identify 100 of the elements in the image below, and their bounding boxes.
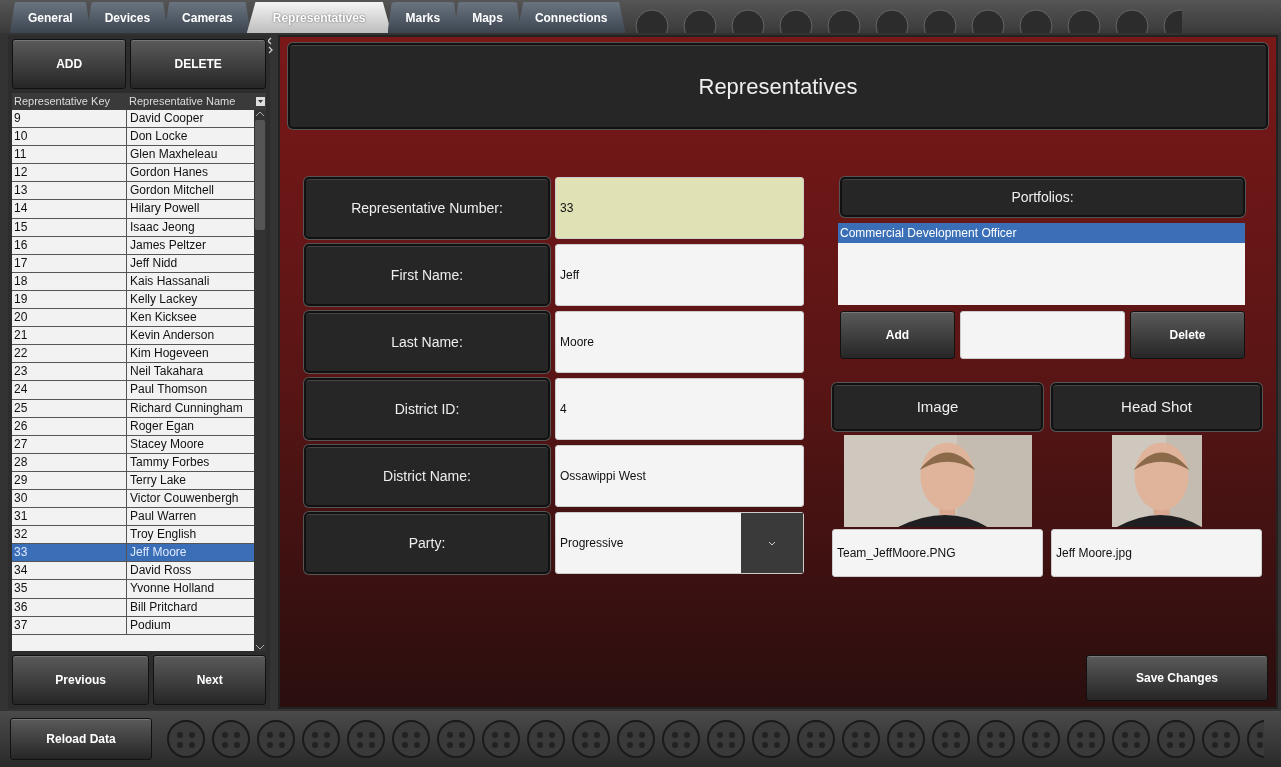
table-cell-text: David Cooper (129, 110, 205, 127)
table-row[interactable]: 25 Richard Cunningham (12, 399, 254, 418)
tab[interactable]: Maps (454, 2, 521, 33)
input-field[interactable]: Ossawippi West (555, 445, 804, 507)
table-row[interactable]: 21 Kevin Anderson (12, 327, 254, 346)
table-cell-text: Bill Pritchard (129, 598, 199, 616)
table-row[interactable]: 16 James Peltzer (12, 236, 254, 255)
table-cell: 33 (12, 544, 127, 562)
filename-field[interactable]: Jeff Moore.jpg (1051, 529, 1262, 577)
input-field[interactable]: Moore (555, 311, 804, 373)
table-row[interactable]: 18 Kais Hassanali (12, 272, 254, 291)
field-label: District Name: (304, 445, 550, 507)
tab[interactable]: Connections (516, 2, 626, 33)
table-cell-text: Kevin Anderson (129, 327, 216, 345)
table-row[interactable]: 28 Tammy Forbes (12, 453, 254, 472)
table-cell-text: Isaac Jeong (129, 218, 196, 236)
table-cell: 14 (12, 200, 127, 218)
table-cell-text: Terry Lake (129, 471, 188, 489)
section-label: Head Shot (1051, 383, 1262, 431)
tab[interactable]: Cameras (164, 2, 251, 33)
table-cell: 20 (12, 309, 127, 327)
table-row[interactable]: 26 Roger Egan (12, 417, 254, 436)
delete-button[interactable]: Delete (1130, 311, 1245, 359)
table-row[interactable]: 11 Glen Maxheleau (12, 146, 254, 165)
nav-button[interactable]: Previous (12, 655, 150, 705)
table-cell: 30 (12, 489, 127, 508)
column-header[interactable]: Representative Key (12, 93, 129, 110)
table-row[interactable]: 37 Podium (12, 616, 254, 635)
table-cell: 26 (12, 417, 127, 435)
table-cell-text: Victor Couwenbergh (129, 489, 240, 507)
table-cell: 31 (12, 508, 127, 526)
table-cell-text: Stacey Moore (129, 435, 206, 453)
table-cell-text: Tammy Forbes (129, 453, 211, 471)
scroll-down-icon[interactable] (255, 643, 265, 651)
table-cell-text: Don Locke (129, 128, 189, 146)
tab[interactable]: Devices (86, 2, 169, 33)
table-cell-text: Paul Thomson (129, 381, 209, 399)
table-cell-text: Glen Maxheleau (129, 146, 219, 164)
table-row[interactable]: 23 Neil Takahara (12, 363, 254, 382)
input-field[interactable]: 4 (555, 378, 804, 440)
table-row[interactable]: 27 Stacey Moore (12, 435, 254, 454)
table-row[interactable]: 20 Ken Kicksee (12, 309, 254, 328)
reload-button[interactable]: Reload Data (10, 718, 152, 760)
chevron-down-icon (768, 540, 776, 546)
tab[interactable]: General (10, 2, 91, 33)
table-row[interactable]: 24 Paul Thomson (12, 381, 254, 400)
table-row[interactable]: 22 Kim Hogeveen (12, 345, 254, 364)
table-row[interactable]: 30 Victor Couwenbergh (12, 489, 254, 509)
toolbar-button[interactable]: ADD (12, 39, 127, 89)
table-row[interactable]: 13 Gordon Mitchell (12, 182, 254, 201)
table-row[interactable]: 31 Paul Warren (12, 508, 254, 527)
input-field[interactable] (960, 311, 1125, 359)
input-field[interactable]: 33 (555, 177, 804, 239)
table-cell: 18 (12, 272, 127, 290)
scroll-up-icon[interactable] (255, 110, 265, 118)
table-cell: 29 (12, 471, 127, 489)
section-label: Image (832, 383, 1043, 431)
table-cell: 10 (12, 128, 127, 146)
table-row[interactable]: 34 David Ross (12, 562, 254, 581)
table-cell: 21 (12, 327, 127, 345)
field-label: District ID: (304, 378, 550, 440)
table-cell: 28 (12, 453, 127, 471)
filename-field[interactable]: Team_JeffMoore.PNG (832, 529, 1043, 577)
party-dropdown[interactable]: Progressive (555, 512, 804, 574)
table-row[interactable]: 33 Jeff Moore (12, 544, 254, 563)
table-cell-text: Kais Hassanali (129, 272, 211, 290)
table-cell: 11 (12, 146, 127, 164)
table-row[interactable]: 10 Don Locke (12, 128, 254, 147)
column-header[interactable]: Representative Name (129, 93, 255, 110)
list-item[interactable]: Commercial Development Officer (838, 223, 1245, 243)
table-cell: 25 (12, 399, 127, 417)
table-row[interactable]: 35 Yvonne Holland (12, 580, 254, 599)
table-row[interactable]: 19 Kelly Lackey (12, 290, 254, 310)
field-label: First Name: (304, 244, 550, 306)
nav-button[interactable]: Next (153, 655, 266, 705)
table-row[interactable]: 14 Hilary Powell (12, 200, 254, 219)
table-row[interactable]: 9 David Cooper (12, 110, 254, 129)
table-cell-text: Ken Kicksee (129, 309, 198, 327)
table-row[interactable]: 15 Isaac Jeong (12, 218, 254, 237)
tab[interactable]: Marks (387, 2, 459, 33)
field-label: Party: (304, 512, 550, 574)
table-cell: 24 (12, 381, 127, 399)
table-row[interactable]: 12 Gordon Hanes (12, 164, 254, 183)
add-button[interactable]: Add (840, 311, 955, 359)
table-cell-text: Jeff Nidd (129, 254, 179, 272)
column-chooser-icon[interactable] (255, 96, 266, 107)
scrollbar-thumb[interactable] (255, 120, 265, 230)
table-cell: 36 (12, 598, 127, 616)
table-cell-text: James Peltzer (129, 236, 208, 254)
scrollbar[interactable] (254, 110, 266, 651)
table-cell: 19 (12, 290, 127, 309)
collapse-arrows-icon[interactable] (268, 37, 273, 54)
table-row[interactable]: 29 Terry Lake (12, 471, 254, 490)
toolbar-button[interactable]: DELETE (130, 39, 266, 89)
table-row[interactable]: 17 Jeff Nidd (12, 254, 254, 273)
portfolio-list[interactable]: Commercial Development Officer (838, 223, 1245, 305)
save-button[interactable]: Save Changes (1086, 655, 1268, 701)
table-row[interactable]: 36 Bill Pritchard (12, 598, 254, 617)
table-cell: 32 (12, 526, 127, 544)
input-field[interactable]: Jeff (555, 244, 804, 306)
